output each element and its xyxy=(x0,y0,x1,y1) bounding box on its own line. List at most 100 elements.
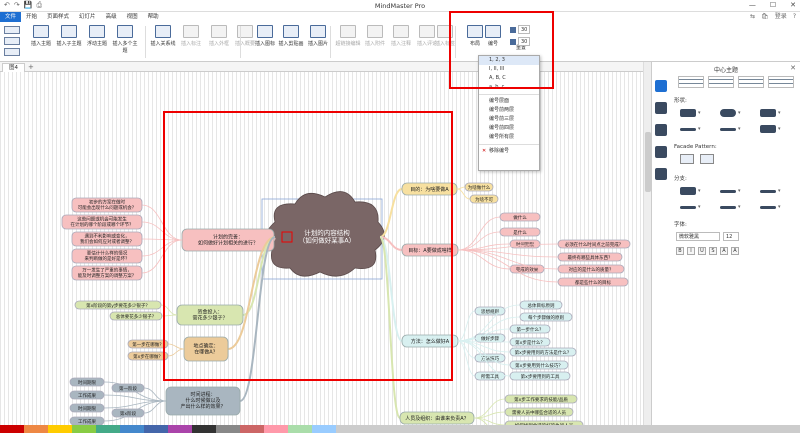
ribbon-button-13[interactable]: 插入注释 xyxy=(388,25,414,47)
layout-option[interactable] xyxy=(678,76,704,88)
font-row: 微软雅黑 12 xyxy=(676,232,798,241)
bold-button[interactable]: B xyxy=(676,247,684,255)
underline-button[interactable]: U xyxy=(698,247,706,255)
branch-width-icon[interactable] xyxy=(760,189,776,193)
cut-icon[interactable] xyxy=(4,37,20,45)
right-subtopic-text-18: 第x步要用到什么技巧？ xyxy=(515,362,563,369)
branch-curve-icon[interactable] xyxy=(720,205,736,209)
branch-end-icon[interactable] xyxy=(760,205,776,209)
close-button[interactable]: ✕ xyxy=(790,1,796,9)
left-subtopic-text-8: 第x步在哪做？ xyxy=(133,353,163,360)
ribbon-icon xyxy=(393,25,409,38)
ribbon-button-label: 插入多个主题 xyxy=(112,41,138,54)
login-link[interactable]: 登录 xyxy=(775,12,787,22)
layout-option[interactable] xyxy=(768,76,794,88)
ribbon-button-5[interactable]: 插入标注 xyxy=(178,25,204,47)
right-subtopic-text-17: 第x步要用到的方法是什么？ xyxy=(515,349,572,356)
add-tab-button[interactable]: + xyxy=(28,63,34,71)
panel-side-icons xyxy=(652,74,670,190)
layout-icon[interactable] xyxy=(655,102,667,114)
facade-option[interactable] xyxy=(680,154,694,164)
right-subtopic-text-19: 所需工具 xyxy=(481,373,499,380)
ribbon-button-label: 插入图片 xyxy=(307,41,328,47)
ribbon-button-11[interactable]: 超链接编辑 xyxy=(335,25,361,47)
branch-label: 分支: xyxy=(674,176,687,182)
font-family-select[interactable]: 微软雅黑 xyxy=(676,232,720,241)
numbering-option[interactable]: 编号层面 xyxy=(479,97,539,106)
branch-grid: ▾ ▾ ▾ ▾ ▾ ▾ xyxy=(680,186,798,212)
right-subtopic-text-2: 做什么 xyxy=(513,214,527,221)
font-size-select[interactable]: 12 xyxy=(723,232,739,241)
ribbon-button-0[interactable]: 插入主题 xyxy=(28,25,54,47)
menu-advanced[interactable]: 高级 xyxy=(101,12,122,22)
menu-page-style[interactable]: 页面样式 xyxy=(42,12,74,22)
left-subtopic-text-11: 时间期限 xyxy=(78,405,96,412)
ribbon-button-12[interactable]: 插入附件 xyxy=(362,25,388,47)
strike-button[interactable]: S xyxy=(709,247,717,255)
italic-button[interactable]: I xyxy=(687,247,695,255)
branch-fill-icon[interactable] xyxy=(680,187,696,195)
right-subtopic-text-20: 第x步要用到的工具 xyxy=(521,373,560,380)
ribbon-button-label: 超链接编辑 xyxy=(335,41,361,47)
right-subtopic-text-22: 需要人员中哪些合适的人员 xyxy=(512,409,566,416)
share-icon[interactable]: ⇆ xyxy=(750,12,755,22)
menu-start[interactable]: 开始 xyxy=(21,12,42,22)
format-painter-icon[interactable] xyxy=(4,48,20,56)
help-icon[interactable]: ? xyxy=(793,12,796,22)
rect-icon[interactable] xyxy=(760,109,776,117)
paste-icon[interactable] xyxy=(4,26,20,34)
ribbon-button-3[interactable]: 插入多个主题 xyxy=(112,25,138,54)
branch-style-icon[interactable] xyxy=(680,205,696,209)
highlight-button[interactable]: A xyxy=(731,247,739,255)
minimize-button[interactable]: — xyxy=(749,1,756,9)
vertical-scrollbar[interactable] xyxy=(643,62,651,425)
menu-file[interactable]: 文件 xyxy=(0,12,22,22)
left-subtopic-text-9: 时间期限 xyxy=(78,379,96,386)
ribbon-icon xyxy=(283,25,299,38)
fill-icon[interactable] xyxy=(680,109,696,117)
ribbon-button-8[interactable]: 插入图标 xyxy=(252,25,278,47)
right-subtopic-text-12: 每个步骤做的原则 xyxy=(528,314,564,321)
numbering-option[interactable]: 编号前两层 xyxy=(479,106,539,115)
style-icon[interactable] xyxy=(655,80,667,92)
ribbon-button-10[interactable]: 插入图片 xyxy=(305,25,331,47)
branch-line-icon[interactable] xyxy=(720,189,736,193)
theme-icon[interactable] xyxy=(655,124,667,136)
layout-option[interactable] xyxy=(738,76,764,88)
branch-line xyxy=(457,340,476,377)
panel-close-icon[interactable]: ✕ xyxy=(790,64,796,72)
maximize-button[interactable]: ☐ xyxy=(770,1,776,9)
store-icon[interactable]: 🛍 xyxy=(761,12,769,22)
ribbon-icon xyxy=(183,25,199,38)
ribbon-button-2[interactable]: 浮动主题 xyxy=(84,25,110,47)
ribbon-button-label: 插入外框 xyxy=(208,41,229,47)
ribbon-button-4[interactable]: 插入关系线 xyxy=(150,25,176,47)
numbering-option[interactable]: 编号前三层 xyxy=(479,115,539,124)
numbering-option[interactable]: 编号所有层 xyxy=(479,133,539,142)
ribbon-button-1[interactable]: 插入子主题 xyxy=(56,25,82,47)
doc-tab[interactable]: 图4 xyxy=(2,63,25,72)
font-color-button[interactable]: A xyxy=(720,247,728,255)
numbering-option[interactable]: 编号前四层 xyxy=(479,124,539,133)
outline-icon[interactable] xyxy=(655,146,667,158)
panel-title: 中心主题 xyxy=(713,67,738,74)
menu-view[interactable]: 视图 xyxy=(122,12,143,22)
menu-slides[interactable]: 幻灯片 xyxy=(74,12,101,22)
ribbon-button-6[interactable]: 插入外框 xyxy=(206,25,232,47)
line-icon[interactable] xyxy=(680,127,696,131)
right-topic-text-3: 人员及组织：由谁来负责A？ xyxy=(405,415,468,422)
menu-help[interactable]: 帮助 xyxy=(143,12,164,22)
line-style-icon[interactable] xyxy=(720,127,736,131)
right-subtopic-text-10: 思想规则 xyxy=(481,308,499,315)
ribbon-icon xyxy=(257,25,273,38)
shadow-icon[interactable] xyxy=(760,125,776,133)
ribbon-icon xyxy=(33,25,49,38)
ribbon-button-9[interactable]: 插入剪贴画 xyxy=(278,25,304,47)
facade-option[interactable] xyxy=(700,154,714,164)
shape-icon[interactable] xyxy=(720,109,736,117)
left-subtopic-text-6: 总体要花多少银子？ xyxy=(116,313,157,320)
color-palette-bar[interactable] xyxy=(0,425,800,433)
calendar-icon[interactable] xyxy=(655,168,667,180)
layout-option[interactable] xyxy=(708,76,734,88)
numbering-option[interactable]: 移除编号 xyxy=(479,147,539,156)
